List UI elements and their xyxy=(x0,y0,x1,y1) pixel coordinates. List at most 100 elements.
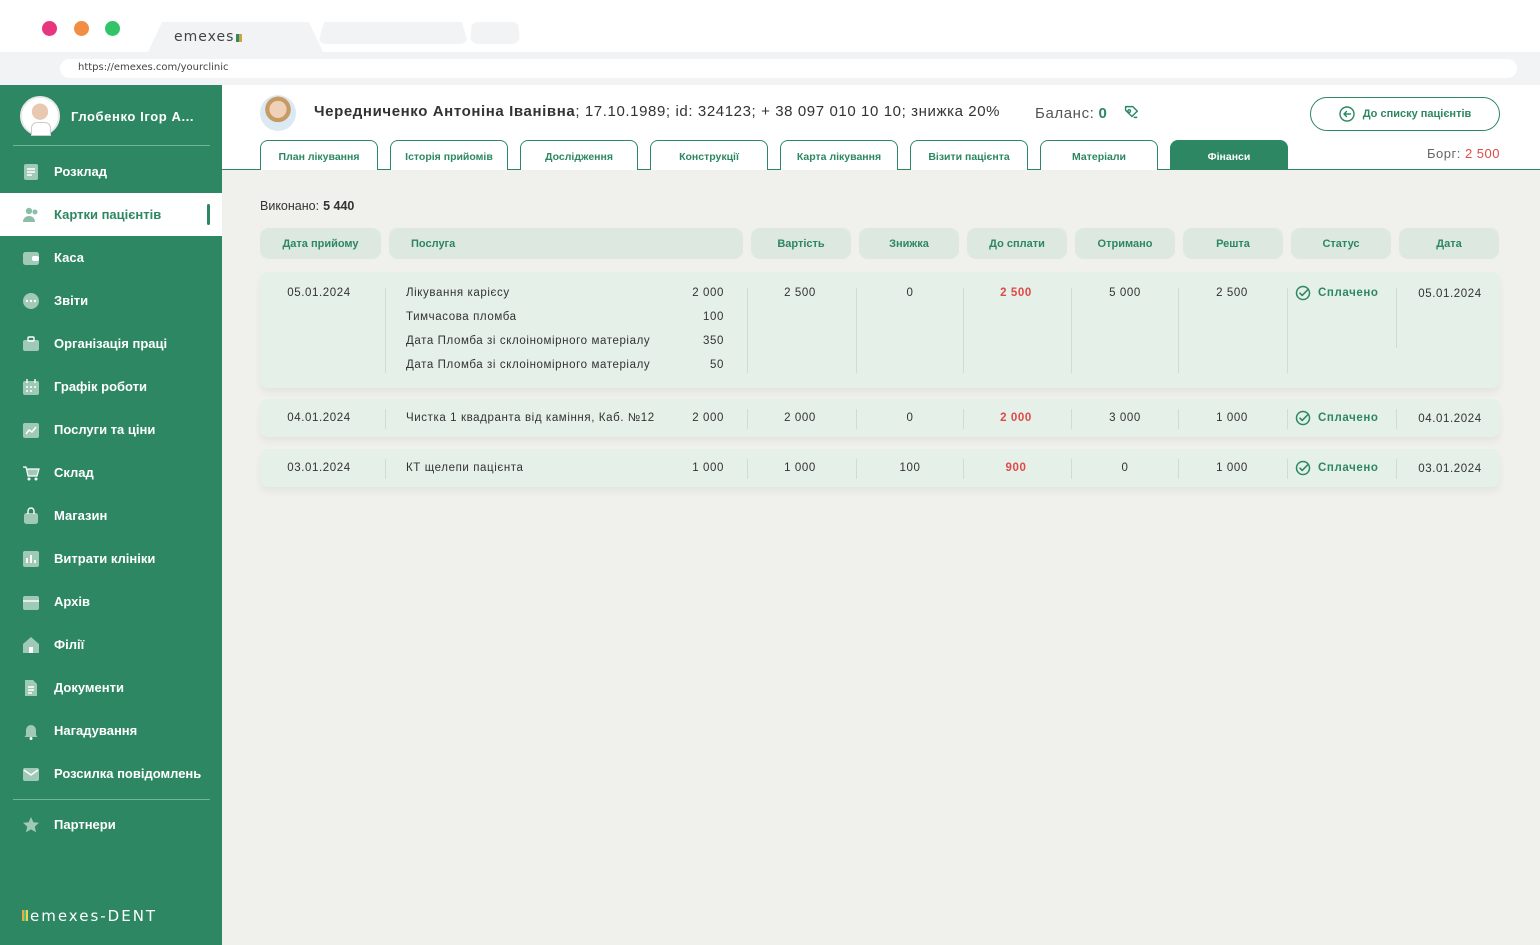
column-divider xyxy=(1178,288,1179,373)
done-value: 5 440 xyxy=(323,199,355,213)
rest-cell: 1 000 xyxy=(1216,462,1248,474)
address-bar-area: https://emexes.com/yourclinic xyxy=(0,52,1540,85)
column-divider xyxy=(385,288,386,373)
sidebar-item-schedule[interactable]: Розклад xyxy=(0,150,222,193)
balance-label: Баланс: xyxy=(1035,105,1095,122)
tab-3[interactable]: Конструкції xyxy=(650,140,768,170)
edit-balance-icon[interactable] xyxy=(1122,103,1140,121)
cart-icon xyxy=(21,463,41,483)
bar-chart-icon xyxy=(21,549,41,569)
column-divider xyxy=(963,409,964,429)
column-divider xyxy=(747,409,748,429)
column-header-cost[interactable]: Вартість xyxy=(751,228,851,259)
column-header-rest[interactable]: Решта xyxy=(1183,228,1283,259)
sidebar-item-label: Витрати клініки xyxy=(54,551,156,566)
sidebar-item-patients[interactable]: Картки пацієнтів xyxy=(0,193,222,236)
service-line: Лікування карієсу 2 000 xyxy=(406,287,724,299)
sidebar-item-cart[interactable]: Склад xyxy=(0,451,222,494)
back-to-patients-label: До списку пацієнтів xyxy=(1362,108,1472,120)
sidebar-item-mail[interactable]: Розсилка повідомлень xyxy=(0,752,222,795)
tab-4[interactable]: Карта лікування xyxy=(780,140,898,170)
tab-6[interactable]: Матеріали xyxy=(1040,140,1158,170)
sidebar-item-bag[interactable]: Магазин xyxy=(0,494,222,537)
close-window-dot[interactable] xyxy=(42,21,57,36)
status-label: Сплачено xyxy=(1318,412,1379,424)
browser-tab-active[interactable]: emexes xyxy=(148,22,323,52)
column-header-service[interactable]: Послуга xyxy=(389,228,743,259)
service-price: 2 000 xyxy=(692,287,724,299)
schedule-icon xyxy=(21,162,41,182)
column-divider xyxy=(856,288,857,373)
service-price: 350 xyxy=(703,335,724,347)
reports-icon xyxy=(21,291,41,311)
status-cell: Сплачено xyxy=(1295,285,1379,301)
column-header-visit-date[interactable]: Дата прийому xyxy=(260,228,381,259)
column-divider xyxy=(963,459,964,479)
calendar-icon xyxy=(21,377,41,397)
column-divider xyxy=(1287,409,1288,429)
sidebar-item-label: Документи xyxy=(54,680,124,695)
column-header-status[interactable]: Статус xyxy=(1291,228,1391,259)
done-summary: Виконано: 5 440 xyxy=(260,199,354,213)
service-name: Дата Пломба зі склоіномірного матеріалу xyxy=(406,359,651,371)
service-price: 2 000 xyxy=(692,412,724,424)
browser-tab[interactable] xyxy=(318,22,468,44)
received-cell: 5 000 xyxy=(1109,287,1141,299)
document-icon xyxy=(21,678,41,698)
discount-cell: 0 xyxy=(906,412,914,424)
sidebar-item-chart[interactable]: Послуги та ціни xyxy=(0,408,222,451)
patient-name: Чередниченко Антоніна Іванівна xyxy=(314,103,576,120)
column-divider xyxy=(385,409,386,429)
sidebar-item-label: Розклад xyxy=(54,164,107,179)
sidebar-item-label: Філії xyxy=(54,637,85,652)
to-pay-cell: 2 500 xyxy=(1000,287,1032,299)
back-to-patients-button[interactable]: До списку пацієнтів xyxy=(1310,97,1500,131)
tab-5[interactable]: Візити пацієнта xyxy=(910,140,1028,170)
column-header-date[interactable]: Дата xyxy=(1399,228,1499,259)
sidebar-item-bar-chart[interactable]: Витрати клініки xyxy=(0,537,222,580)
to-pay-cell: 900 xyxy=(1005,462,1027,474)
table-row[interactable]: 03.01.2024 1 000 100 900 0 1 000 Сплачено 03.01… xyxy=(260,449,1500,487)
service-name: Тимчасова пломба xyxy=(406,311,517,323)
browser-tab[interactable] xyxy=(470,22,520,44)
sidebar-item-label: Розсилка повідомлень xyxy=(54,766,202,781)
sidebar-item-reports[interactable]: Звіти xyxy=(0,279,222,322)
sidebar-item-wallet[interactable]: Каса xyxy=(0,236,222,279)
date-cell: 05.01.2024 xyxy=(1418,288,1482,300)
tab-1[interactable]: Історія прийомів xyxy=(390,140,508,170)
column-divider xyxy=(385,459,386,479)
date-cell: 04.01.2024 xyxy=(1418,413,1482,425)
status-cell: Сплачено xyxy=(1295,410,1379,426)
column-header-received[interactable]: Отримано xyxy=(1075,228,1175,259)
table-row[interactable]: 04.01.2024 2 000 0 2 000 3 000 1 000 Сплачено 0… xyxy=(260,399,1500,437)
address-bar[interactable]: https://emexes.com/yourclinic xyxy=(60,59,1517,78)
visit-date-cell: 04.01.2024 xyxy=(287,412,351,424)
service-line: Дата Пломба зі склоіномірного матеріалу 5… xyxy=(406,359,724,371)
tab-0[interactable]: План лікування xyxy=(260,140,378,170)
rest-cell: 1 000 xyxy=(1216,412,1248,424)
column-divider xyxy=(1287,459,1288,479)
sidebar-item-home[interactable]: Філії xyxy=(0,623,222,666)
tab-2[interactable]: Дослідження xyxy=(520,140,638,170)
current-user[interactable]: Глобенко Ігор А... xyxy=(20,96,194,136)
status-cell: Сплачено xyxy=(1295,460,1379,476)
sidebar-item-star[interactable]: Партнери xyxy=(0,803,222,846)
minimize-window-dot[interactable] xyxy=(74,21,89,36)
sidebar-item-calendar[interactable]: Графік роботи xyxy=(0,365,222,408)
cost-cell: 1 000 xyxy=(784,462,816,474)
sidebar-item-bell[interactable]: Нагадування xyxy=(0,709,222,752)
maximize-window-dot[interactable] xyxy=(105,21,120,36)
column-header-to-pay[interactable]: До сплати xyxy=(967,228,1067,259)
service-name: Чистка 1 квадранта від каміння, Каб. №12 xyxy=(406,412,655,424)
patient-debt: Борг: 2 500 xyxy=(1427,146,1500,161)
tab-7[interactable]: Фінанси xyxy=(1170,140,1288,170)
sidebar-item-label: Організація праці xyxy=(54,336,168,351)
sidebar-item-briefcase[interactable]: Організація праці xyxy=(0,322,222,365)
sidebar-item-document[interactable]: Документи xyxy=(0,666,222,709)
sidebar-item-label: Склад xyxy=(54,465,94,480)
wallet-icon xyxy=(21,248,41,268)
sidebar-item-archive[interactable]: Архів xyxy=(0,580,222,623)
column-divider xyxy=(856,409,857,429)
column-header-discount[interactable]: Знижка xyxy=(859,228,959,259)
table-row[interactable]: 05.01.2024 2 500 0 2 500 5 000 2 500 Сплачено 0… xyxy=(260,272,1500,388)
